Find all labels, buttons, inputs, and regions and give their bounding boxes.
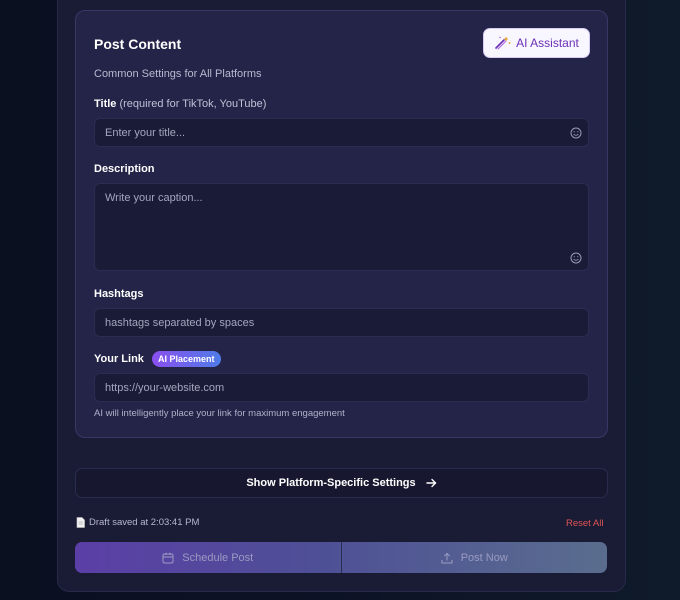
calendar-icon (162, 552, 174, 563)
draft-status-text: Draft saved at 2:03:41 PM (89, 517, 200, 528)
title-field (94, 118, 589, 147)
card-title: Post Content (94, 36, 182, 52)
arrow-right-icon (425, 478, 436, 488)
emoji-icon[interactable] (570, 252, 582, 264)
action-bar: Schedule Post Post Now (75, 542, 607, 573)
link-label-text: Your Link (94, 352, 144, 365)
card-subtitle: Common Settings for All Platforms (94, 68, 262, 80)
draft-status: Draft saved at 2:03:41 PM (76, 517, 199, 528)
link-label: Your Link AI Placement (94, 351, 221, 367)
description-label: Description (94, 163, 155, 175)
post-now-button[interactable]: Post Now (340, 542, 608, 573)
post-content-card: Post Content AI Assistant Common Setting… (75, 10, 608, 438)
ai-assistant-button[interactable]: AI Assistant (483, 28, 590, 58)
ai-placement-badge: AI Placement (151, 351, 221, 367)
hashtags-label: Hashtags (94, 288, 144, 300)
title-label-text: Title (94, 98, 117, 110)
schedule-post-label: Schedule Post (182, 551, 254, 564)
platform-settings-label: Show Platform-Specific Settings (246, 477, 416, 489)
title-input[interactable] (95, 119, 588, 146)
ai-assistant-label: AI Assistant (516, 36, 579, 50)
title-hint: (required for TikTok, YouTube) (119, 98, 267, 110)
link-field (94, 373, 589, 402)
hashtags-field (94, 308, 589, 337)
upload-icon (441, 552, 453, 563)
hashtags-input[interactable] (95, 309, 588, 336)
document-icon (76, 517, 85, 528)
title-label: Title (required for TikTok, YouTube) (94, 98, 266, 110)
description-textarea[interactable] (95, 184, 588, 270)
description-field (94, 183, 589, 271)
reset-all-link[interactable]: Reset All (566, 518, 604, 529)
link-input[interactable] (95, 374, 588, 401)
show-platform-settings-button[interactable]: Show Platform-Specific Settings (75, 468, 608, 498)
post-now-label: Post Now (460, 551, 508, 564)
schedule-post-button[interactable]: Schedule Post (75, 542, 341, 573)
link-helper-text: AI will intelligently place your link fo… (94, 408, 345, 419)
magic-wand-icon (495, 36, 511, 50)
emoji-icon[interactable] (570, 127, 582, 139)
